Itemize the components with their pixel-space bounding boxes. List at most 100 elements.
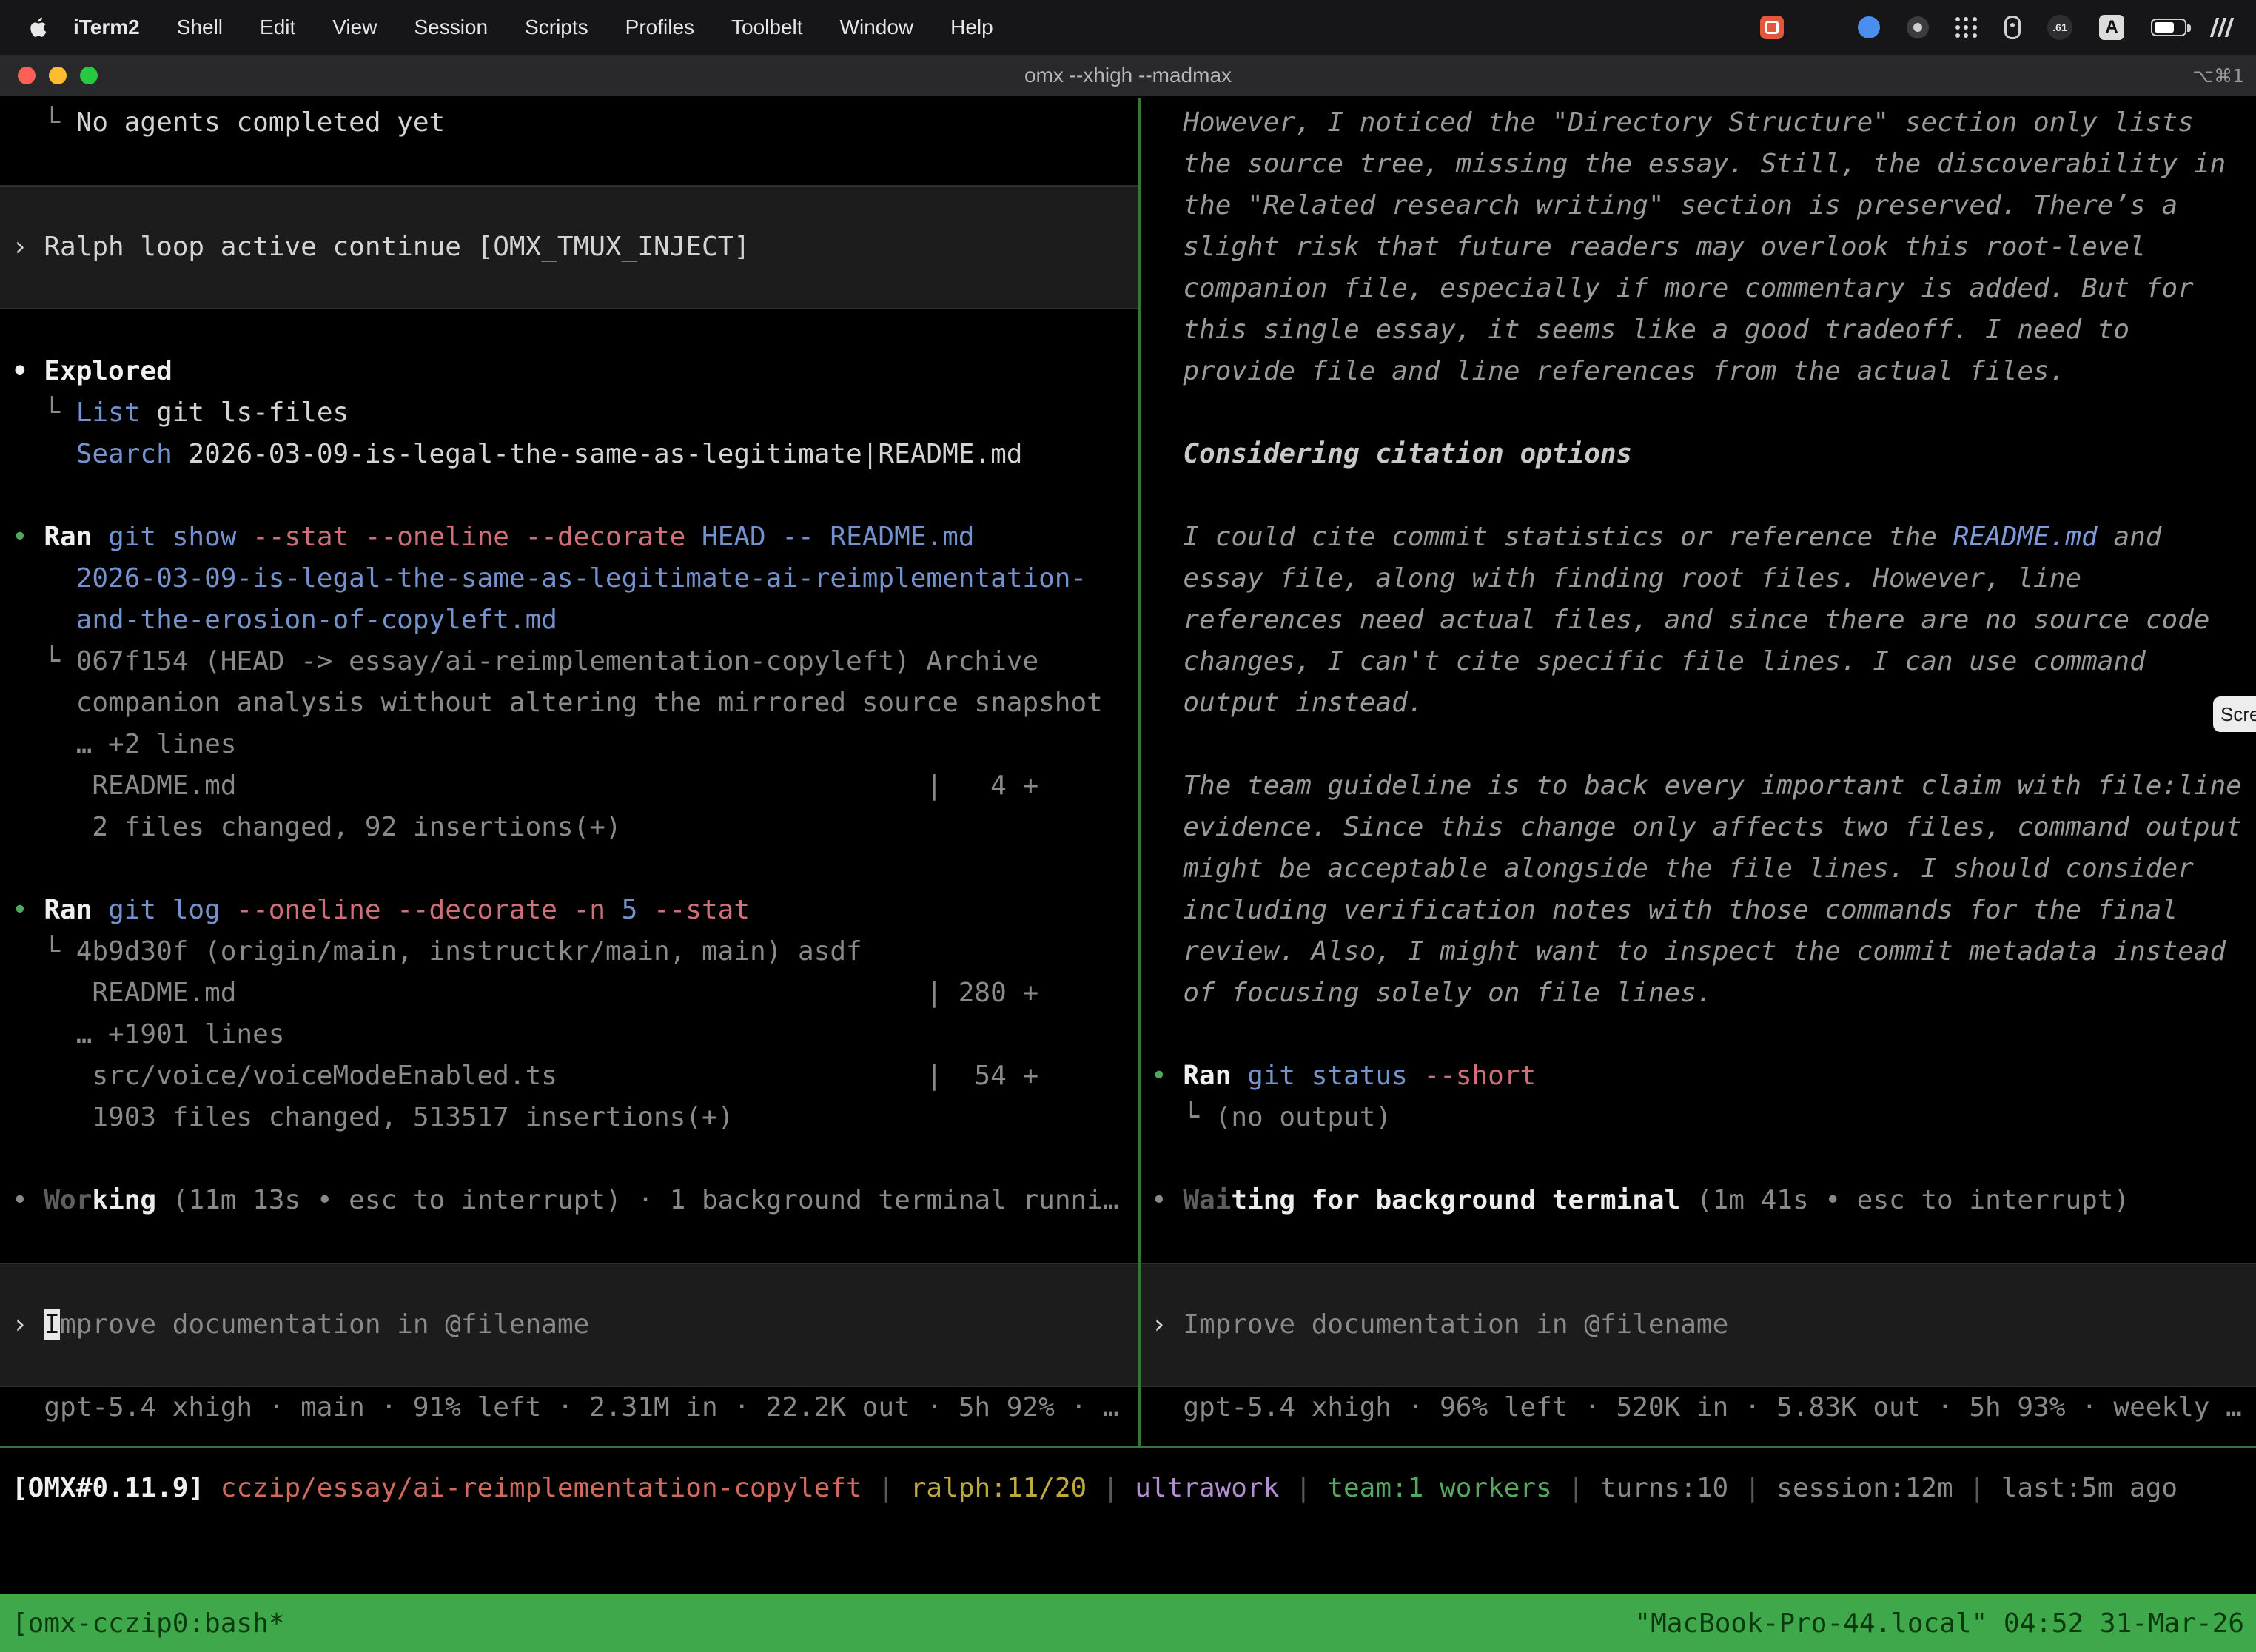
omx-segment: team:1 workers xyxy=(1327,1473,1551,1503)
raycast-icon[interactable] xyxy=(1858,16,1880,38)
tmux-host-clock: "MacBook-Pro-44.local" 04:52 31-Mar-26 xyxy=(1634,1608,2244,1639)
omx-segment: last:5m ago xyxy=(2001,1473,2178,1503)
terminal-line: review. Also, I might want to inspect th… xyxy=(1141,931,2256,973)
terminal-line: › Ralph loop active continue [OMX_TMUX_I… xyxy=(0,226,1138,268)
text-segment: └ (no output) xyxy=(1151,1102,1391,1132)
terminal-line: Considering citation options xyxy=(1141,434,2256,475)
terminal-line xyxy=(0,1138,1138,1180)
terminal-line xyxy=(1141,724,2256,765)
text-segment: 2 files changed, 92 insertions(+) xyxy=(12,812,622,842)
text-segment: The team guideline is to back every impo… xyxy=(1151,770,2242,801)
menu-session[interactable]: Session xyxy=(395,16,506,38)
text-segment: › xyxy=(1151,1309,1183,1340)
terminal-line: src/voice/voiceModeEnabled.ts | 54 + xyxy=(0,1055,1138,1097)
screen-share-overlay-tab[interactable]: Scre xyxy=(2213,696,2256,732)
terminal-line: 2 files changed, 92 insertions(+) xyxy=(0,807,1138,848)
terminal-line: changes, I can't cite specific file line… xyxy=(1141,641,2256,682)
terminal-line: … +2 lines xyxy=(0,724,1138,765)
terminal-line: evidence. Since this change only affects… xyxy=(1141,807,2256,848)
text-segment: (11m 13s • esc to interrupt) · 1 backgro… xyxy=(156,1185,1118,1215)
text-segment: 1903 files changed, 513517 insertions(+) xyxy=(12,1102,733,1132)
text-segment: • xyxy=(12,1185,44,1215)
terminal-line: gpt-5.4 xhigh · 96% left · 520K in · 5.8… xyxy=(1141,1387,2256,1428)
terminal-line: 1903 files changed, 513517 insertions(+) xyxy=(0,1097,1138,1138)
terminal-line: README.md | 280 + xyxy=(0,973,1138,1014)
menu-scripts[interactable]: Scripts xyxy=(506,16,607,38)
menu-iterm2[interactable]: iTerm2 xyxy=(55,16,158,38)
text-segment: • xyxy=(12,522,44,552)
close-button[interactable] xyxy=(18,67,36,84)
text-segment: … +1901 lines xyxy=(12,1019,284,1050)
menu-toolbelt[interactable]: Toolbelt xyxy=(713,16,822,38)
prompt-input[interactable]: › Improve documentation in @filename xyxy=(1141,1304,2256,1346)
text-segment: might be acceptable alongside the file l… xyxy=(1151,853,2194,884)
tab-shortcut-badge: ⌥⌘1 xyxy=(2192,65,2244,87)
window-manager-icon[interactable] xyxy=(1810,17,1831,38)
text-segment: ting for background terminal xyxy=(1231,1185,1680,1215)
terminal-line xyxy=(0,475,1138,517)
text-segment: └ xyxy=(12,107,76,138)
omx-status-line: [OMX#0.11.9] cczip/essay/ai-reimplementa… xyxy=(0,1446,2256,1594)
menu-window[interactable]: Window xyxy=(822,16,933,38)
text-segment xyxy=(12,439,76,469)
password-manager-icon[interactable] xyxy=(2004,16,2021,39)
text-segment: • xyxy=(12,895,44,925)
window-title-bar: omx --xhigh --madmax ⌥⌘1 xyxy=(0,55,2256,98)
dark-app-icon[interactable] xyxy=(1907,16,1929,38)
terminal-area: └ No agents completed yet › Ralph loop ac… xyxy=(0,98,2256,1446)
text-segment: companion analysis without altering the … xyxy=(12,688,1103,718)
terminal-line: • Ran git status --short xyxy=(1141,1055,2256,1097)
text-segment: List xyxy=(76,397,141,428)
terminal-line xyxy=(0,309,1138,351)
text-segment: king xyxy=(92,1185,156,1215)
text-segment: └ 067f154 (HEAD -> essay/ai-reimplementa… xyxy=(12,646,1038,676)
terminal-line xyxy=(0,1346,1138,1387)
terminal-line: The team guideline is to back every impo… xyxy=(1141,765,2256,807)
text-segment: --short xyxy=(1423,1061,1536,1091)
zoom-button[interactable] xyxy=(80,67,98,84)
text-segment: --stat xyxy=(654,895,750,925)
terminal-line: including verification notes with those … xyxy=(1141,890,2256,931)
omx-segment: turns:10 xyxy=(1600,1473,1728,1503)
menu-shell[interactable]: Shell xyxy=(158,16,241,38)
terminal-line: of focusing solely on file lines. xyxy=(1141,973,2256,1014)
omx-segment: | xyxy=(1728,1473,1776,1503)
menu-profiles[interactable]: Profiles xyxy=(607,16,713,38)
text-segment: README.md xyxy=(1953,522,2098,552)
text-segment: git log xyxy=(108,895,236,925)
terminal-line: might be acceptable alongside the file l… xyxy=(1141,848,2256,890)
text-segment: the source tree, missing the essay. Stil… xyxy=(1151,149,2226,179)
terminal-pane-left[interactable]: └ No agents completed yet › Ralph loop ac… xyxy=(0,98,1138,1446)
text-segment: git show xyxy=(108,522,252,552)
terminal-line: • Explored xyxy=(0,351,1138,392)
omx-segment: | xyxy=(1087,1473,1135,1503)
minimize-button[interactable] xyxy=(49,67,67,84)
terminal-line: └ 4b9d30f (origin/main, instructkr/main,… xyxy=(0,931,1138,973)
text-segment: and-the-erosion-of-copyleft.md xyxy=(12,605,557,635)
omx-segment: cczip/essay/ai-reimplementation-copyleft xyxy=(221,1473,862,1503)
text-segment: • xyxy=(1151,1185,1183,1215)
battery-gauge-icon[interactable]: .61 xyxy=(2047,15,2072,40)
text-segment: evidence. Since this change only affects… xyxy=(1151,812,2242,842)
text-segment: Ran xyxy=(44,895,108,925)
text-segment: slight risk that future readers may over… xyxy=(1151,232,2146,262)
text-segment: mprove documentation in @filename xyxy=(60,1309,589,1340)
text-segment: No agents completed yet xyxy=(76,107,446,138)
terminal-line xyxy=(0,268,1138,309)
screen-recording-stop-icon[interactable] xyxy=(1760,16,1784,39)
terminal-pane-right[interactable]: However, I noticed the "Directory Struct… xyxy=(1141,98,2256,1446)
omx-segment: | xyxy=(1953,1473,2001,1503)
apps-grid-icon[interactable] xyxy=(1955,16,1978,38)
menu-help[interactable]: Help xyxy=(932,16,1012,38)
input-source-icon[interactable]: A xyxy=(2099,15,2124,40)
text-segment: • xyxy=(1151,1061,1183,1091)
menu-extra-icon[interactable] xyxy=(2210,18,2234,37)
apple-menu-icon[interactable] xyxy=(30,16,49,38)
terminal-line: └ List git ls-files xyxy=(0,392,1138,434)
menu-edit[interactable]: Edit xyxy=(241,16,314,38)
text-segment: Considering citation options xyxy=(1151,439,1632,469)
prompt-input[interactable]: › Improve documentation in @filename xyxy=(0,1304,1138,1346)
menu-view[interactable]: View xyxy=(314,16,395,38)
text-segment: --oneline --decorate -n xyxy=(236,895,621,925)
battery-icon[interactable] xyxy=(2151,19,2186,36)
